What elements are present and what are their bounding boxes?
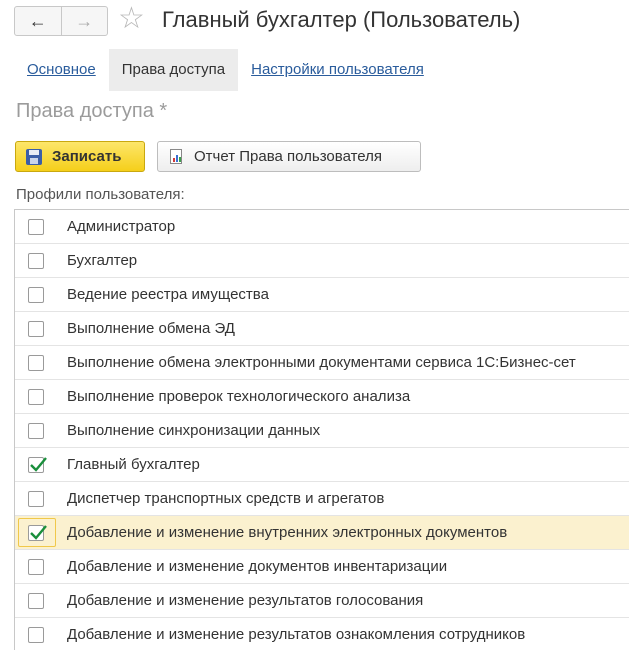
floppy-disk-icon xyxy=(26,148,42,165)
profile-label: Добавление и изменение документов инвент… xyxy=(67,558,448,575)
report-chart-icon xyxy=(170,149,182,164)
profile-label: Добавление и изменение результатов ознак… xyxy=(67,626,526,643)
list-item[interactable]: Выполнение проверок технологического ана… xyxy=(15,380,629,414)
user-rights-report-button[interactable]: Отчет Права пользователя xyxy=(157,141,421,172)
profile-label: Выполнение обмена электронными документа… xyxy=(67,354,576,371)
profile-checkbox[interactable] xyxy=(28,320,44,337)
arrow-left-icon[interactable]: ← xyxy=(15,7,62,35)
profile-checkbox[interactable] xyxy=(28,490,44,507)
list-item[interactable]: Добавление и изменение документов инвент… xyxy=(15,550,629,584)
profile-label: Выполнение проверок технологического ана… xyxy=(67,388,411,405)
list-item[interactable]: Бухгалтер xyxy=(15,244,629,278)
list-item[interactable]: Выполнение обмена электронными документа… xyxy=(15,346,629,380)
list-item[interactable]: Ведение реестра имущества xyxy=(15,278,629,312)
profile-checkbox[interactable] xyxy=(28,422,44,439)
profile-checkbox[interactable] xyxy=(28,388,44,405)
profiles-list: Администратор Бухгалтер Ведение реестра им… xyxy=(14,209,629,650)
profile-checkbox[interactable] xyxy=(28,286,44,303)
list-item[interactable]: Добавление и изменение внутренних электр… xyxy=(15,516,629,550)
list-item[interactable]: Выполнение синхронизации данных xyxy=(15,414,629,448)
profile-label: Добавление и изменение результатов голос… xyxy=(67,592,424,609)
list-item[interactable]: Добавление и изменение результатов голос… xyxy=(15,584,629,618)
save-button[interactable]: Записать xyxy=(15,141,145,172)
profile-checkbox[interactable] xyxy=(28,354,44,371)
list-item[interactable]: Добавление и изменение результатов ознак… xyxy=(15,618,629,650)
profile-checkbox[interactable] xyxy=(28,626,44,643)
section-heading: Права доступа * xyxy=(16,100,168,122)
list-item[interactable]: Администратор xyxy=(15,210,629,244)
profile-label: Бухгалтер xyxy=(67,252,138,269)
profile-label: Ведение реестра имущества xyxy=(67,286,269,303)
tab-user-settings[interactable]: Настройки пользователя xyxy=(238,49,437,91)
profile-checkbox[interactable] xyxy=(28,592,44,609)
tab-main[interactable]: Основное xyxy=(14,49,109,91)
tab-bar: Основное Права доступа Настройки пользов… xyxy=(14,49,437,91)
save-button-label: Записать xyxy=(52,148,122,165)
checkmark-icon xyxy=(30,456,47,472)
checkmark-icon xyxy=(30,524,47,540)
profiles-label: Профили пользователя: xyxy=(16,186,185,203)
profile-label: Главный бухгалтер xyxy=(67,456,200,473)
tab-access-rights[interactable]: Права доступа xyxy=(108,49,239,91)
navigation-buttons: ← → xyxy=(14,6,108,36)
list-item[interactable]: Выполнение обмена ЭД xyxy=(15,312,629,346)
profile-checkbox[interactable] xyxy=(28,524,47,541)
window-title: Главный бухгалтер (Пользователь) xyxy=(162,7,521,32)
profile-checkbox[interactable] xyxy=(28,218,44,235)
profile-label: Администратор xyxy=(67,218,176,235)
profile-checkbox[interactable] xyxy=(28,558,44,575)
arrow-right-icon[interactable]: → xyxy=(62,7,108,35)
report-button-label: Отчет Права пользователя xyxy=(194,148,382,165)
profile-label: Выполнение обмена ЭД xyxy=(67,320,235,337)
list-item[interactable]: Главный бухгалтер xyxy=(15,448,629,482)
profile-label: Диспетчер транспортных средств и агрегат… xyxy=(67,490,385,507)
profile-checkbox[interactable] xyxy=(28,456,47,473)
profile-label: Добавление и изменение внутренних электр… xyxy=(67,524,508,541)
profile-checkbox[interactable] xyxy=(28,252,44,269)
profile-label: Выполнение синхронизации данных xyxy=(67,422,321,439)
star-icon[interactable]: ☆ xyxy=(118,2,145,36)
list-item[interactable]: Диспетчер транспортных средств и агрегат… xyxy=(15,482,629,516)
